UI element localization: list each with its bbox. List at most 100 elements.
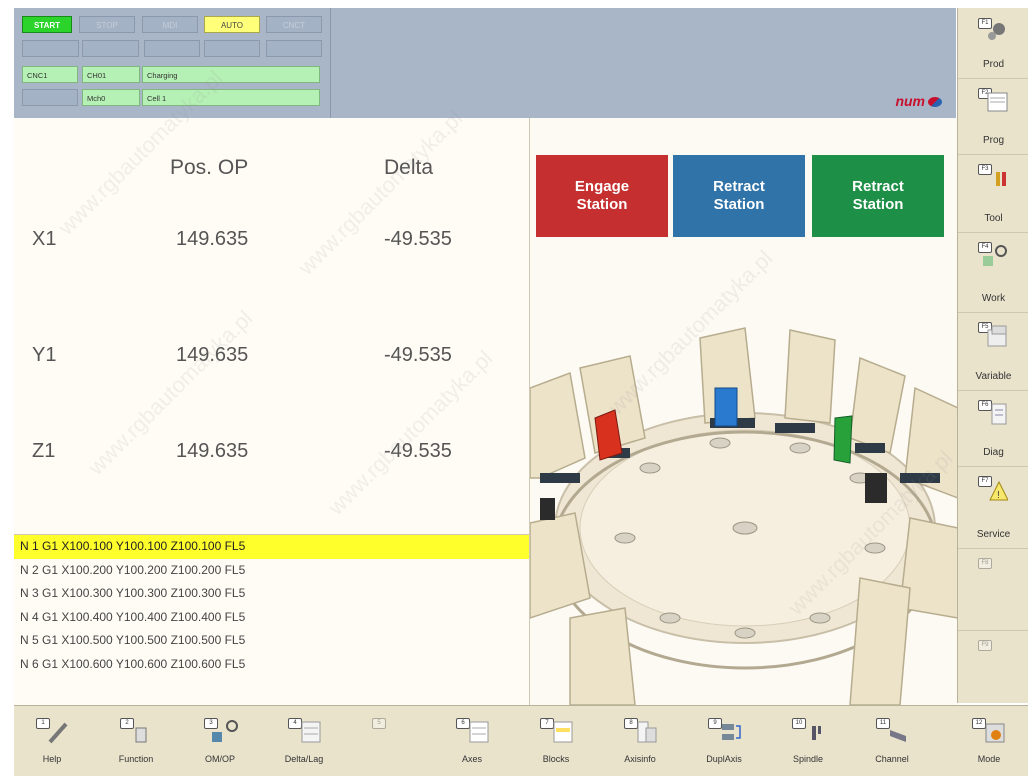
cell-field: Cell 1 [142, 89, 320, 106]
om-op-icon: 3 [204, 718, 238, 746]
spindle-icon: 10 [792, 718, 826, 746]
axis-delta: -49.535 [384, 440, 452, 462]
station-label-line2: Station [713, 196, 765, 213]
bottom-item-label: Spindle [792, 754, 824, 764]
axes-icon: 6 [456, 718, 490, 746]
bottom-item-help[interactable]: 1 Help [14, 706, 90, 776]
bottom-item-label: Axisinfo [624, 754, 656, 764]
sidebar-item-tool[interactable]: F3 Tool [958, 154, 1028, 233]
status-header: START STOP MDI AUTO CNCT CNC1 CH01 Charg… [14, 8, 956, 119]
station-label-line2: Station [576, 196, 628, 213]
sidebar-item-label: Tool [984, 213, 1003, 224]
axis-position: 149.635 [176, 440, 249, 462]
engage-station-button[interactable]: Engage Station [536, 155, 668, 237]
sidebar-item-prod[interactable]: F1 Prod [958, 8, 1028, 79]
svg-text:!: ! [997, 490, 1000, 501]
program-line-active[interactable]: N 1 G1 X100.100 Y100.100 Z100.100 FL5 [14, 535, 529, 559]
bottom-item-blocks[interactable]: 7 Blocks [518, 706, 594, 776]
stop-button[interactable]: STOP [79, 16, 135, 33]
sidebar-menu: F1 Prod F2 Prog F3 Tool F4 Work F5 Varia… [957, 8, 1028, 703]
position-panel: Pos. OP Delta X1 149.635 -49.535 Y1 149.… [14, 118, 529, 705]
axis-position: 149.635 [176, 228, 249, 250]
bottom-item-duplaxis[interactable]: 9 DuplAxis [686, 706, 762, 776]
program-line[interactable]: N 5 G1 X100.500 Y100.500 Z100.500 FL5 [14, 629, 529, 653]
sidebar-item-label: Service [976, 529, 1011, 540]
bottom-function-bar: 1 Help 2 Function 3 OM/OP 4 Delta/Lag 5 … [14, 705, 1028, 776]
program-line[interactable]: N 2 G1 X100.200 Y100.200 Z100.200 FL5 [14, 559, 529, 583]
sidebar-item-empty[interactable]: F9 [958, 630, 1028, 703]
program-line[interactable]: N 6 G1 X100.600 Y100.600 Z100.600 FL5 [14, 653, 529, 677]
warning-icon: F7 ! [978, 476, 1008, 502]
program-line[interactable]: N 3 G1 X100.300 Y100.300 Z100.300 FL5 [14, 582, 529, 606]
sidebar-item-work[interactable]: F4 Work [958, 232, 1028, 313]
bottom-item-axes[interactable]: 6 Axes [434, 706, 510, 776]
bottom-item-axisinfo[interactable]: 8 Axisinfo [602, 706, 678, 776]
bottom-item-label: DuplAxis [706, 754, 742, 764]
status-slot [204, 40, 260, 57]
bottom-item-empty[interactable]: 5 [350, 706, 426, 776]
station-label-line1: Engage [574, 178, 630, 195]
sidebar-item-label: Diag [983, 447, 1004, 458]
auto-button[interactable]: AUTO [204, 16, 260, 33]
sidebar-item-prog[interactable]: F2 Prog [958, 78, 1028, 155]
mdi-button[interactable]: MDI [142, 16, 198, 33]
delta-lag-icon: 4 [288, 718, 322, 746]
work-icon: F4 [978, 242, 1008, 268]
retract-station-button-green[interactable]: Retract Station [812, 155, 944, 237]
bottom-item-label: Delta/Lag [284, 754, 324, 764]
program-listing[interactable]: N 1 G1 X100.100 Y100.100 Z100.100 FL5 N … [14, 534, 529, 705]
tool-icon: F3 [978, 164, 1008, 190]
num-logo-icon [928, 97, 942, 108]
sidebar-item-diag[interactable]: F6 Diag [958, 390, 1028, 467]
axisinfo-icon: 8 [624, 718, 658, 746]
sidebar-item-label: Variable [975, 371, 1012, 382]
function-key-icon: F9 [978, 640, 1008, 666]
state-field: Charging [142, 66, 320, 83]
axis-name: Z1 [32, 440, 56, 462]
function-icon: 2 [120, 718, 154, 746]
sidebar-item-label: Prod [982, 59, 1005, 70]
program-line[interactable]: N 4 G1 X100.400 Y100.400 Z100.400 FL5 [14, 606, 529, 630]
bottom-item-function[interactable]: 2 Function [98, 706, 174, 776]
bottom-item-label: Blocks [542, 754, 570, 764]
sidebar-item-service[interactable]: F7 ! Service [958, 466, 1028, 549]
program-icon: F2 [978, 88, 1008, 114]
pos-op-header: Pos. OP [170, 156, 249, 179]
help-icon: 1 [36, 718, 70, 746]
bottom-item-channel[interactable]: 11 Channel [854, 706, 930, 776]
duplaxis-icon: 9 [708, 718, 742, 746]
status-slot [22, 40, 79, 57]
bottom-item-delta-lag[interactable]: 4 Delta/Lag [266, 706, 342, 776]
empty-field [22, 89, 78, 106]
brand-text: num [895, 93, 925, 109]
start-button[interactable]: START [22, 16, 72, 33]
cnc-field: CNC1 [22, 66, 78, 83]
bottom-item-spindle[interactable]: 10 Spindle [770, 706, 846, 776]
bottom-item-label: Channel [875, 754, 909, 764]
retract-station-button-blue[interactable]: Retract Station [673, 155, 805, 237]
machine-view: Engage Station Retract Station Retract Stat… [529, 118, 958, 705]
station-label-line1: Retract [852, 178, 904, 195]
axis-delta: -49.535 [384, 228, 452, 250]
bottom-item-om-op[interactable]: 3 OM/OP [182, 706, 258, 776]
header-divider [330, 8, 331, 118]
cnct-button[interactable]: CNCT [266, 16, 322, 33]
bottom-item-mode[interactable]: 12 Mode [950, 706, 1028, 776]
num-logo: num [895, 93, 942, 109]
diagnostic-icon: F6 [978, 400, 1008, 426]
sidebar-item-variable[interactable]: F5 Variable [958, 312, 1028, 391]
blocks-icon: 7 [540, 718, 574, 746]
axis-name: X1 [32, 228, 57, 250]
bottom-item-label: Mode [977, 754, 1001, 764]
bottom-item-label: Axes [461, 754, 482, 764]
bottom-item-label: Help [42, 754, 62, 764]
variable-icon: F5 [978, 322, 1008, 348]
machine-field: Mch0 [82, 89, 140, 106]
channel-field: CH01 [82, 66, 140, 83]
station-label-line1: Retract [713, 178, 765, 195]
sidebar-item-label: Prog [982, 135, 1005, 146]
delta-header: Delta [384, 156, 434, 179]
sidebar-item-empty[interactable]: F8 [958, 548, 1028, 631]
function-key-icon: 5 [372, 718, 406, 746]
mode-icon: 12 [972, 718, 1006, 746]
